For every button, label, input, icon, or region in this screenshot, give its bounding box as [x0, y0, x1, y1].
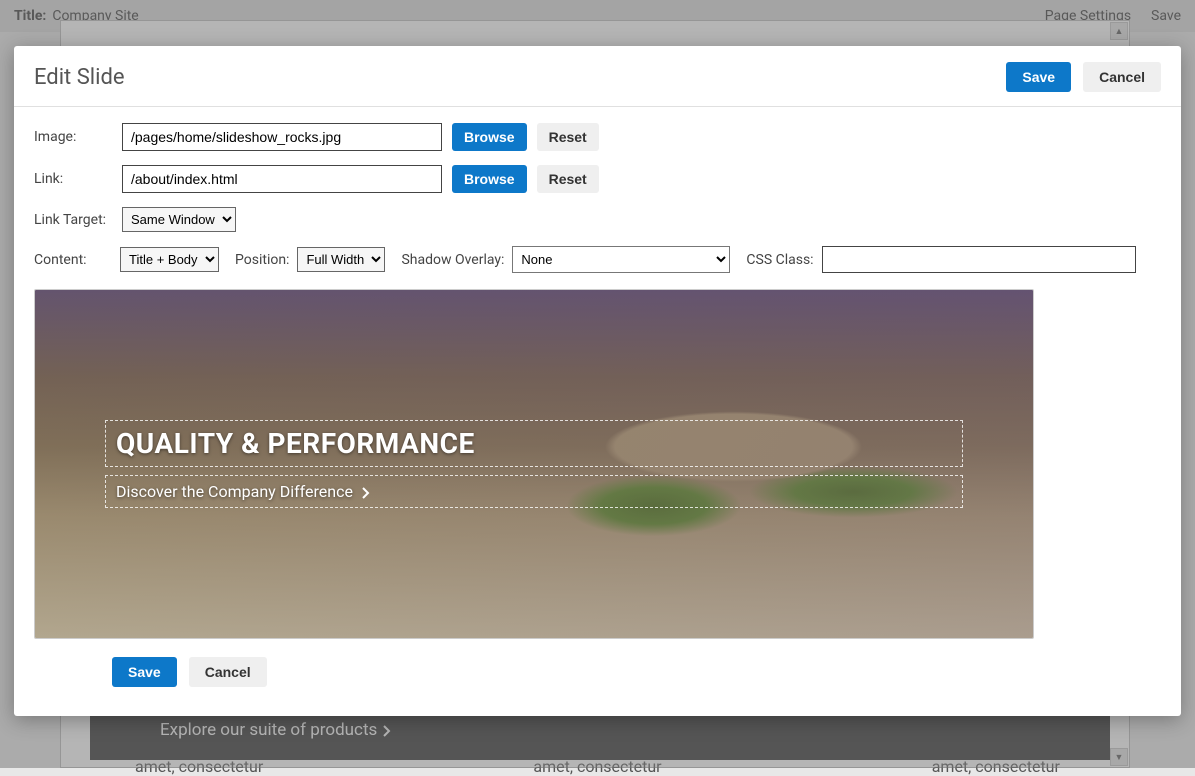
options-row: Content: Title + Body Position: Full Wid… [34, 246, 1161, 273]
footer-cancel-button[interactable]: Cancel [189, 657, 267, 687]
footer-save-button[interactable]: Save [112, 657, 177, 687]
modal-footer-actions: Save Cancel [112, 657, 1161, 705]
link-row: Link: Browse Reset [34, 165, 1161, 193]
slide-title-text: QUALITY & PERFORMANCE [116, 427, 952, 460]
link-target-row: Link Target: Same Window [34, 207, 1161, 232]
modal-title: Edit Slide [34, 65, 125, 90]
image-reset-button[interactable]: Reset [537, 123, 599, 151]
content-label: Content: [34, 252, 112, 268]
position-label: Position: [235, 252, 289, 268]
header-save-button[interactable]: Save [1006, 62, 1071, 92]
content-select[interactable]: Title + Body [120, 247, 219, 272]
slide-preview: QUALITY & PERFORMANCE Discover the Compa… [34, 289, 1034, 639]
shadow-select[interactable]: None [512, 246, 730, 273]
header-cancel-button[interactable]: Cancel [1083, 62, 1161, 92]
modal-body: Image: Browse Reset Link: Browse Reset L… [14, 107, 1181, 716]
link-target-select[interactable]: Same Window [122, 207, 236, 232]
link-input[interactable] [122, 165, 442, 193]
link-target-label: Link Target: [34, 212, 112, 228]
slide-title-region[interactable]: QUALITY & PERFORMANCE [105, 420, 963, 467]
modal-header: Edit Slide Save Cancel [14, 46, 1181, 107]
chevron-right-icon [362, 485, 370, 501]
css-label: CSS Class: [746, 252, 813, 268]
slide-preview-overlay: QUALITY & PERFORMANCE Discover the Compa… [105, 420, 963, 516]
link-browse-button[interactable]: Browse [452, 165, 527, 193]
image-input[interactable] [122, 123, 442, 151]
slide-subtitle-region[interactable]: Discover the Company Difference [105, 475, 963, 508]
position-select[interactable]: Full Width [297, 247, 385, 272]
image-browse-button[interactable]: Browse [452, 123, 527, 151]
css-class-input[interactable] [822, 246, 1136, 273]
image-row: Image: Browse Reset [34, 123, 1161, 151]
image-label: Image: [34, 129, 112, 145]
edit-slide-modal: Edit Slide Save Cancel Image: Browse Res… [14, 46, 1181, 716]
slide-subtitle-text: Discover the Company Difference [116, 482, 353, 501]
link-reset-button[interactable]: Reset [537, 165, 599, 193]
link-label: Link: [34, 171, 112, 187]
shadow-label: Shadow Overlay: [401, 252, 504, 268]
